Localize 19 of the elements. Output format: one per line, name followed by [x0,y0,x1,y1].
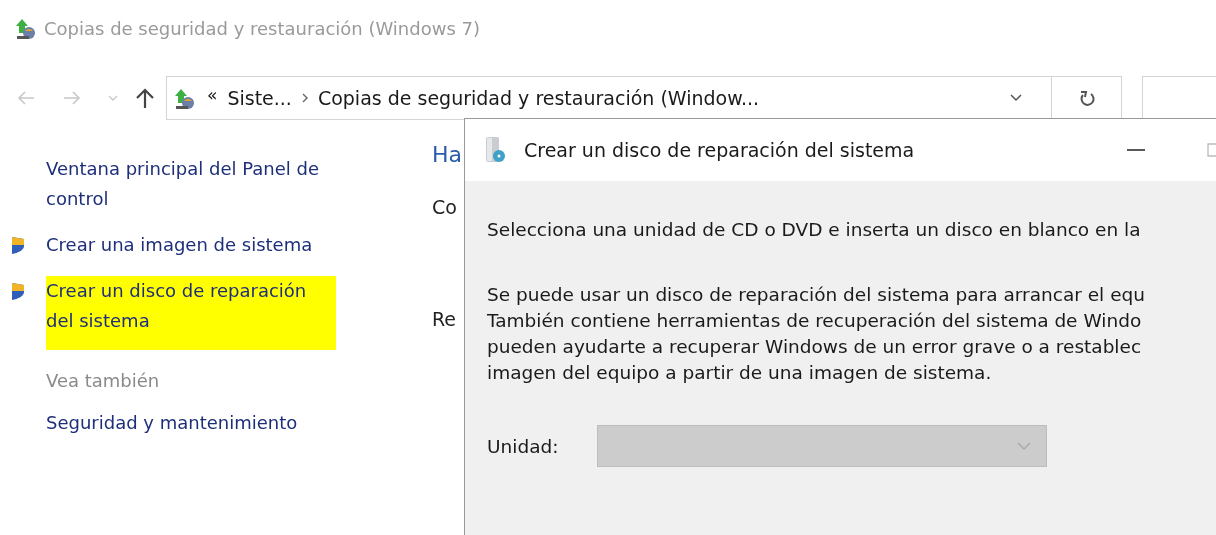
window-title: Copias de seguridad y restauración (Windows 7) [44,17,481,39]
breadcrumb[interactable]: Copias de seguridad y restauración (Window... [311,87,766,109]
breadcrumb[interactable]: Siste... [221,87,298,109]
body-text: Co [432,196,458,220]
sidebar-link[interactable]: Ventana principal del Panel de control [46,154,366,214]
sidebar-heading: Vea también [46,369,161,393]
description-text: imagen del equipo a partir de una imagen de sistema. [487,361,993,385]
description-text: También contiene herramientas de recuperación del sistema de Windo [487,309,1143,333]
body-text: Re [432,308,458,332]
breadcrumb-overflow[interactable]: « [201,85,222,111]
instruction-text: Selecciona una unidad de CD o DVD e inserta un disco en blanco en la [487,218,1142,242]
description-text: pueden ayudarte a recuperar Windows de un error grave o a restablec [487,335,1143,359]
description-text: Se puede usar un disco de reparación del sistema para arrancar el equ [487,283,1146,307]
sidebar-link[interactable]: Seguridad y mantenimiento [46,408,366,438]
dialog-title: Crear un disco de reparación del sistema [524,139,915,161]
drive-label: Unidad: [487,435,560,457]
sidebar-link[interactable]: Crear un disco de reparación del sistema [46,276,336,350]
section-heading: Ha [432,142,463,169]
sidebar-link[interactable]: Crear una imagen de sistema [46,230,366,260]
